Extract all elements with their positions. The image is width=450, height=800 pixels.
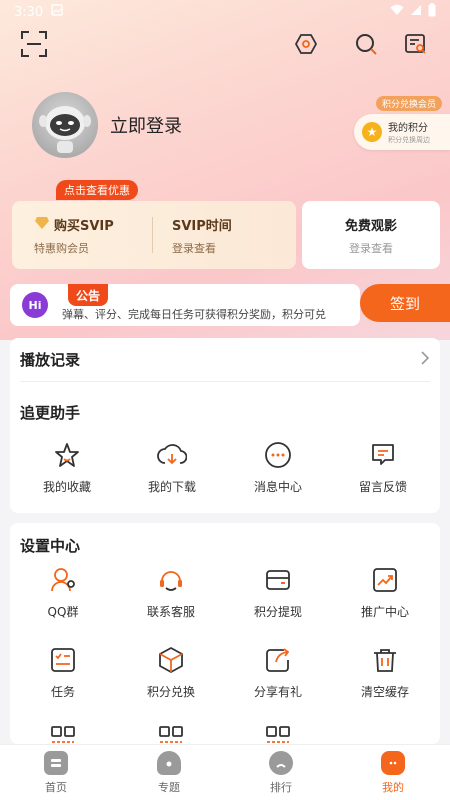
promo-badge[interactable]: 点击查看优惠 [56,180,138,200]
wallet-icon [263,565,293,595]
settings-title: 设置中心 [20,537,81,555]
tab-ranking-label: 排行 [270,781,292,794]
box-icon [156,645,186,675]
free-watch-sub: 登录查看 [349,242,393,255]
task-label: 任务 [50,685,75,699]
points-withdraw-button[interactable]: 积分提现 [228,565,328,620]
search-icon[interactable] [350,28,382,60]
tab-mine[interactable]: 我的 [363,751,423,795]
follow-title: 追更助手 [20,404,81,422]
history-search-icon[interactable] [400,28,432,60]
feedback-button[interactable]: 留言反馈 [333,440,433,495]
play-history-row[interactable]: 播放记录 [20,338,430,382]
points-star-icon: ★ [362,122,382,142]
settings-gear-icon[interactable] [290,28,322,60]
star-icon [52,440,82,470]
tab-mine-label: 我的 [382,781,404,794]
clear-cache-button[interactable]: 清空缓存 [335,645,435,700]
points-subtitle: 积分兑换周边 [388,136,430,144]
cloud-download-icon [157,440,187,470]
battery-icon [428,3,436,21]
signal-icon [410,4,422,20]
vip-divider [152,217,153,253]
settings-card: 设置中心 QQ群 联系客服 积分提现 推广中心 任务 积分兑换 分享有礼 清空缓… [10,523,440,744]
task-button[interactable]: 任务 [13,645,113,700]
qq-group-label: QQ群 [47,605,79,619]
hi-icon: Hi [22,292,48,318]
free-watch-title: 免费观影 [344,219,397,234]
message-center-label: 消息中心 [253,480,302,494]
chevron-right-icon [420,350,430,369]
promotion-center-button[interactable]: 推广中心 [335,565,435,620]
tab-home[interactable]: 首页 [26,751,86,795]
feedback-label: 留言反馈 [358,480,407,494]
checkin-button[interactable]: 签到 [360,284,450,322]
follow-card: 播放记录 追更助手 我的收藏 我的下载 消息中心 留言反馈 [10,338,440,513]
play-history-title: 播放记录 [20,351,81,369]
clear-cache-label: 清空缓存 [360,685,409,699]
buy-svip-sub: 特惠购会员 [34,242,89,255]
trash-icon [370,645,400,675]
message-center-button[interactable]: 消息中心 [228,440,328,495]
share-icon [263,645,293,675]
avatar[interactable] [32,92,98,158]
home-icon [44,751,68,775]
profile-area[interactable]: 立即登录 [32,92,182,158]
gallery-notification-icon [51,4,63,20]
mine-icon [381,751,405,775]
svip-time-title: SVIP时间 [172,219,232,234]
points-exchange-button[interactable]: 积分兑换 [121,645,221,700]
qq-group-button[interactable]: QQ群 [13,565,113,620]
points-exchange-label: 积分兑换 [146,685,195,699]
free-watch-button[interactable]: 免费观影 登录查看 [302,201,440,269]
feedback-icon [368,440,398,470]
topics-icon [157,751,181,775]
points-withdraw-label: 积分提现 [253,605,302,619]
downloads-label: 我的下载 [147,480,196,494]
ranking-icon [269,751,293,775]
vip-card: 购买SVIP 特惠购会员 SVIP时间 登录查看 [12,201,296,269]
share-gift-button[interactable]: 分享有礼 [228,645,328,700]
tab-topics[interactable]: 专题 [139,751,199,795]
tab-home-label: 首页 [45,781,67,794]
status-time: 3:30 [14,4,44,20]
notice-bar[interactable]: Hi 公告 弹幕、评分、完成每日任务可获得积分奖励，积分可兑 [10,284,360,326]
downloads-button[interactable]: 我的下载 [122,440,222,495]
scan-icon[interactable] [18,28,50,60]
my-points-button[interactable]: ★ 我的积分 积分兑换周边 [354,114,450,150]
trend-icon [370,565,400,595]
svip-time-button[interactable]: SVIP时间 登录查看 [172,215,232,256]
wifi-icon [390,4,404,20]
buy-svip-title: 购买SVIP [54,219,114,234]
customer-service-button[interactable]: 联系客服 [121,565,221,620]
svip-time-sub: 登录查看 [172,242,216,255]
bottom-tab-bar: 首页 专题 排行 我的 [0,744,450,800]
tab-topics-label: 专题 [158,781,180,794]
notice-tag: 公告 [68,284,109,306]
buy-svip-button[interactable]: 购买SVIP 特惠购会员 [34,215,114,256]
top-toolbar [0,28,450,64]
customer-service-label: 联系客服 [146,605,195,619]
login-button[interactable]: 立即登录 [110,112,182,138]
promotion-center-label: 推广中心 [360,605,409,619]
headset-icon [156,565,186,595]
user-group-icon [48,565,78,595]
share-gift-label: 分享有礼 [253,685,302,699]
message-icon [263,440,293,470]
diamond-icon [34,216,50,234]
tab-ranking[interactable]: 排行 [251,751,311,795]
task-icon [48,645,78,675]
points-title: 我的积分 [388,123,428,134]
points-exchange-tag: 积分兑换会员 [375,96,442,111]
favorites-button[interactable]: 我的收藏 [17,440,117,495]
favorites-label: 我的收藏 [42,480,91,494]
notice-text: 弹幕、评分、完成每日任务可获得积分奖励，积分可兑 [62,308,326,321]
status-bar: 3:30 [0,0,450,24]
